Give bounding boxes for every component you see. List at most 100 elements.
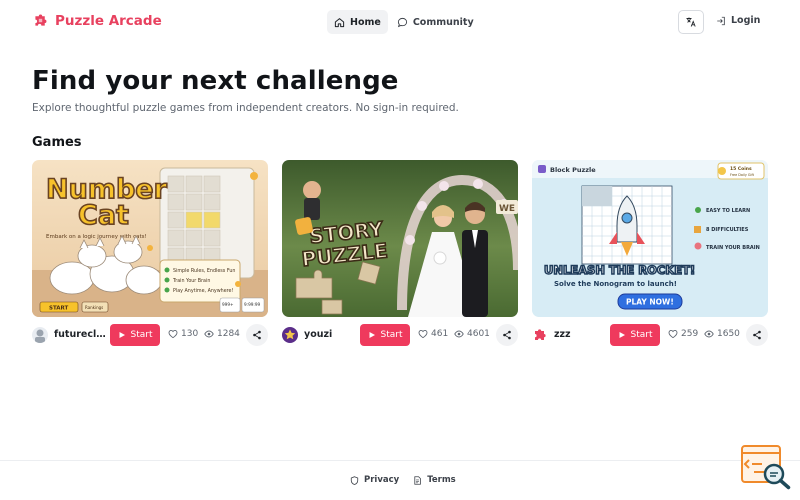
language-button[interactable] [678, 10, 704, 34]
game-cover-art: Block Puzzle 15 Coins Free Daily Gift EA… [532, 160, 768, 317]
share-button[interactable] [496, 324, 518, 346]
privacy-label: Privacy [364, 475, 400, 485]
cover-feature-3: Play Anytime, Anywhere! [173, 288, 233, 294]
puzzle-piece-icon [35, 14, 47, 26]
views-count: 1650 [704, 329, 740, 339]
game-card: Number Cat Embark on a logic journey wit… [32, 160, 268, 347]
play-icon [369, 332, 375, 338]
cover-feature-3: TRAIN YOUR BRAIN [706, 245, 760, 251]
games-section-title: Games [32, 135, 82, 150]
privacy-link[interactable]: Privacy [350, 475, 399, 485]
likes-count[interactable]: 461 [418, 329, 448, 339]
start-label: Start [630, 330, 653, 340]
views-value: 1650 [717, 329, 740, 339]
author-avatar[interactable] [32, 327, 48, 343]
share-icon [753, 330, 761, 340]
share-icon [253, 330, 261, 340]
eye-icon [204, 330, 214, 338]
likes-value: 461 [431, 329, 449, 339]
game-cover-art: Number Cat Embark on a logic journey wit… [32, 160, 268, 317]
cover-feature-2: Train Your Brain [172, 278, 210, 284]
cover-title-line2: Cat [78, 200, 129, 231]
author-name[interactable]: youzi [304, 329, 332, 340]
terms-link[interactable]: Terms [413, 475, 456, 485]
game-cover-art: WE STORY PUZZLE [282, 160, 518, 317]
document-icon [414, 475, 421, 485]
heart-icon [668, 329, 678, 339]
likes-count[interactable]: 259 [668, 329, 698, 339]
views-count: 1284 [204, 329, 240, 339]
terms-label: Terms [427, 475, 456, 485]
eye-icon [704, 330, 714, 338]
login-button[interactable]: Login [716, 15, 760, 26]
cover-count-badge: 999+ [222, 302, 234, 307]
nav-community[interactable]: Community [390, 10, 481, 34]
heart-icon [418, 329, 428, 339]
cover-coins: 15 Coins [730, 166, 752, 172]
main-nav: Home Community [327, 10, 481, 34]
start-button[interactable]: Start [360, 324, 410, 346]
floating-help-widget[interactable] [740, 444, 792, 490]
puzzle-piece-icon [532, 327, 548, 343]
brand-name: Puzzle Arcade [55, 12, 162, 29]
views-value: 1284 [217, 329, 240, 339]
share-button[interactable] [246, 324, 268, 346]
code-search-icon [741, 445, 791, 490]
start-button[interactable]: Start [610, 324, 660, 346]
author-avatar[interactable] [282, 327, 298, 343]
cover-subline: Solve the Nonogram to launch! [554, 280, 677, 288]
game-card: Block Puzzle 15 Coins Free Daily Gift EA… [532, 160, 768, 347]
share-button[interactable] [746, 324, 768, 346]
likes-count[interactable]: 130 [168, 329, 198, 339]
cover-headline: UNLEASH THE ROCKET! [544, 263, 695, 277]
views-value: 4601 [467, 329, 490, 339]
cover-sign: WE [499, 204, 515, 214]
game-card: WE STORY PUZZLE youzi Start 461 4601 [282, 160, 518, 347]
cover-cta: PLAY NOW! [626, 298, 674, 307]
game-thumbnail[interactable]: Block Puzzle 15 Coins Free Daily Gift EA… [532, 160, 768, 317]
login-label: Login [731, 15, 761, 26]
game-thumbnail[interactable]: WE STORY PUZZLE [282, 160, 518, 317]
cover-feature-1: Simple Rules, Endless Fun [173, 268, 235, 274]
share-icon [503, 330, 511, 340]
game-meta: youzi Start 461 4601 [282, 323, 518, 347]
nav-home[interactable]: Home [327, 10, 388, 34]
play-icon [619, 332, 625, 338]
cover-header: Block Puzzle [550, 166, 596, 174]
author-name[interactable]: zzz [554, 329, 571, 340]
brand-logo-link[interactable]: Puzzle Arcade [32, 12, 162, 29]
footer-divider [0, 460, 800, 461]
cover-feature-1: EASY TO LEARN [706, 208, 750, 214]
start-button[interactable]: Start [110, 324, 160, 346]
likes-value: 130 [181, 329, 199, 339]
nav-community-label: Community [412, 16, 474, 28]
footer-links: Privacy Terms [350, 475, 456, 485]
cover-time-badge: 9:99:99 [244, 302, 260, 307]
game-meta: zzz Start 259 1650 [532, 323, 768, 347]
page-subtitle: Explore thoughtful puzzle games from ind… [32, 102, 459, 114]
likes-value: 259 [681, 329, 699, 339]
translate-icon [686, 17, 696, 27]
start-label: Start [130, 330, 153, 340]
avatar-image [32, 327, 48, 343]
eye-icon [454, 330, 464, 338]
heart-icon [168, 329, 178, 339]
cover-tagline: Embark on a logic journey with cats! [46, 234, 147, 240]
nav-home-label: Home [350, 16, 381, 28]
chat-bubble-icon [397, 17, 407, 27]
cover-feature-2: 8 DIFFICULTIES [706, 227, 749, 233]
home-icon [334, 17, 345, 27]
login-icon [717, 16, 725, 25]
author-avatar[interactable] [532, 327, 548, 343]
shield-icon [350, 475, 359, 485]
start-label: Start [380, 330, 403, 340]
avatar-image [282, 327, 298, 343]
top-header: Puzzle Arcade Home Community Login [0, 0, 800, 44]
cover-start-badge: START [49, 306, 69, 312]
views-count: 4601 [454, 329, 490, 339]
page-title: Find your next challenge [32, 66, 399, 96]
game-thumbnail[interactable]: Number Cat Embark on a logic journey wit… [32, 160, 268, 317]
author-name[interactable]: futurecl... [54, 329, 106, 340]
game-meta: futurecl... Start 130 1284 [32, 323, 268, 347]
cover-coins-sub: Free Daily Gift [730, 173, 755, 177]
